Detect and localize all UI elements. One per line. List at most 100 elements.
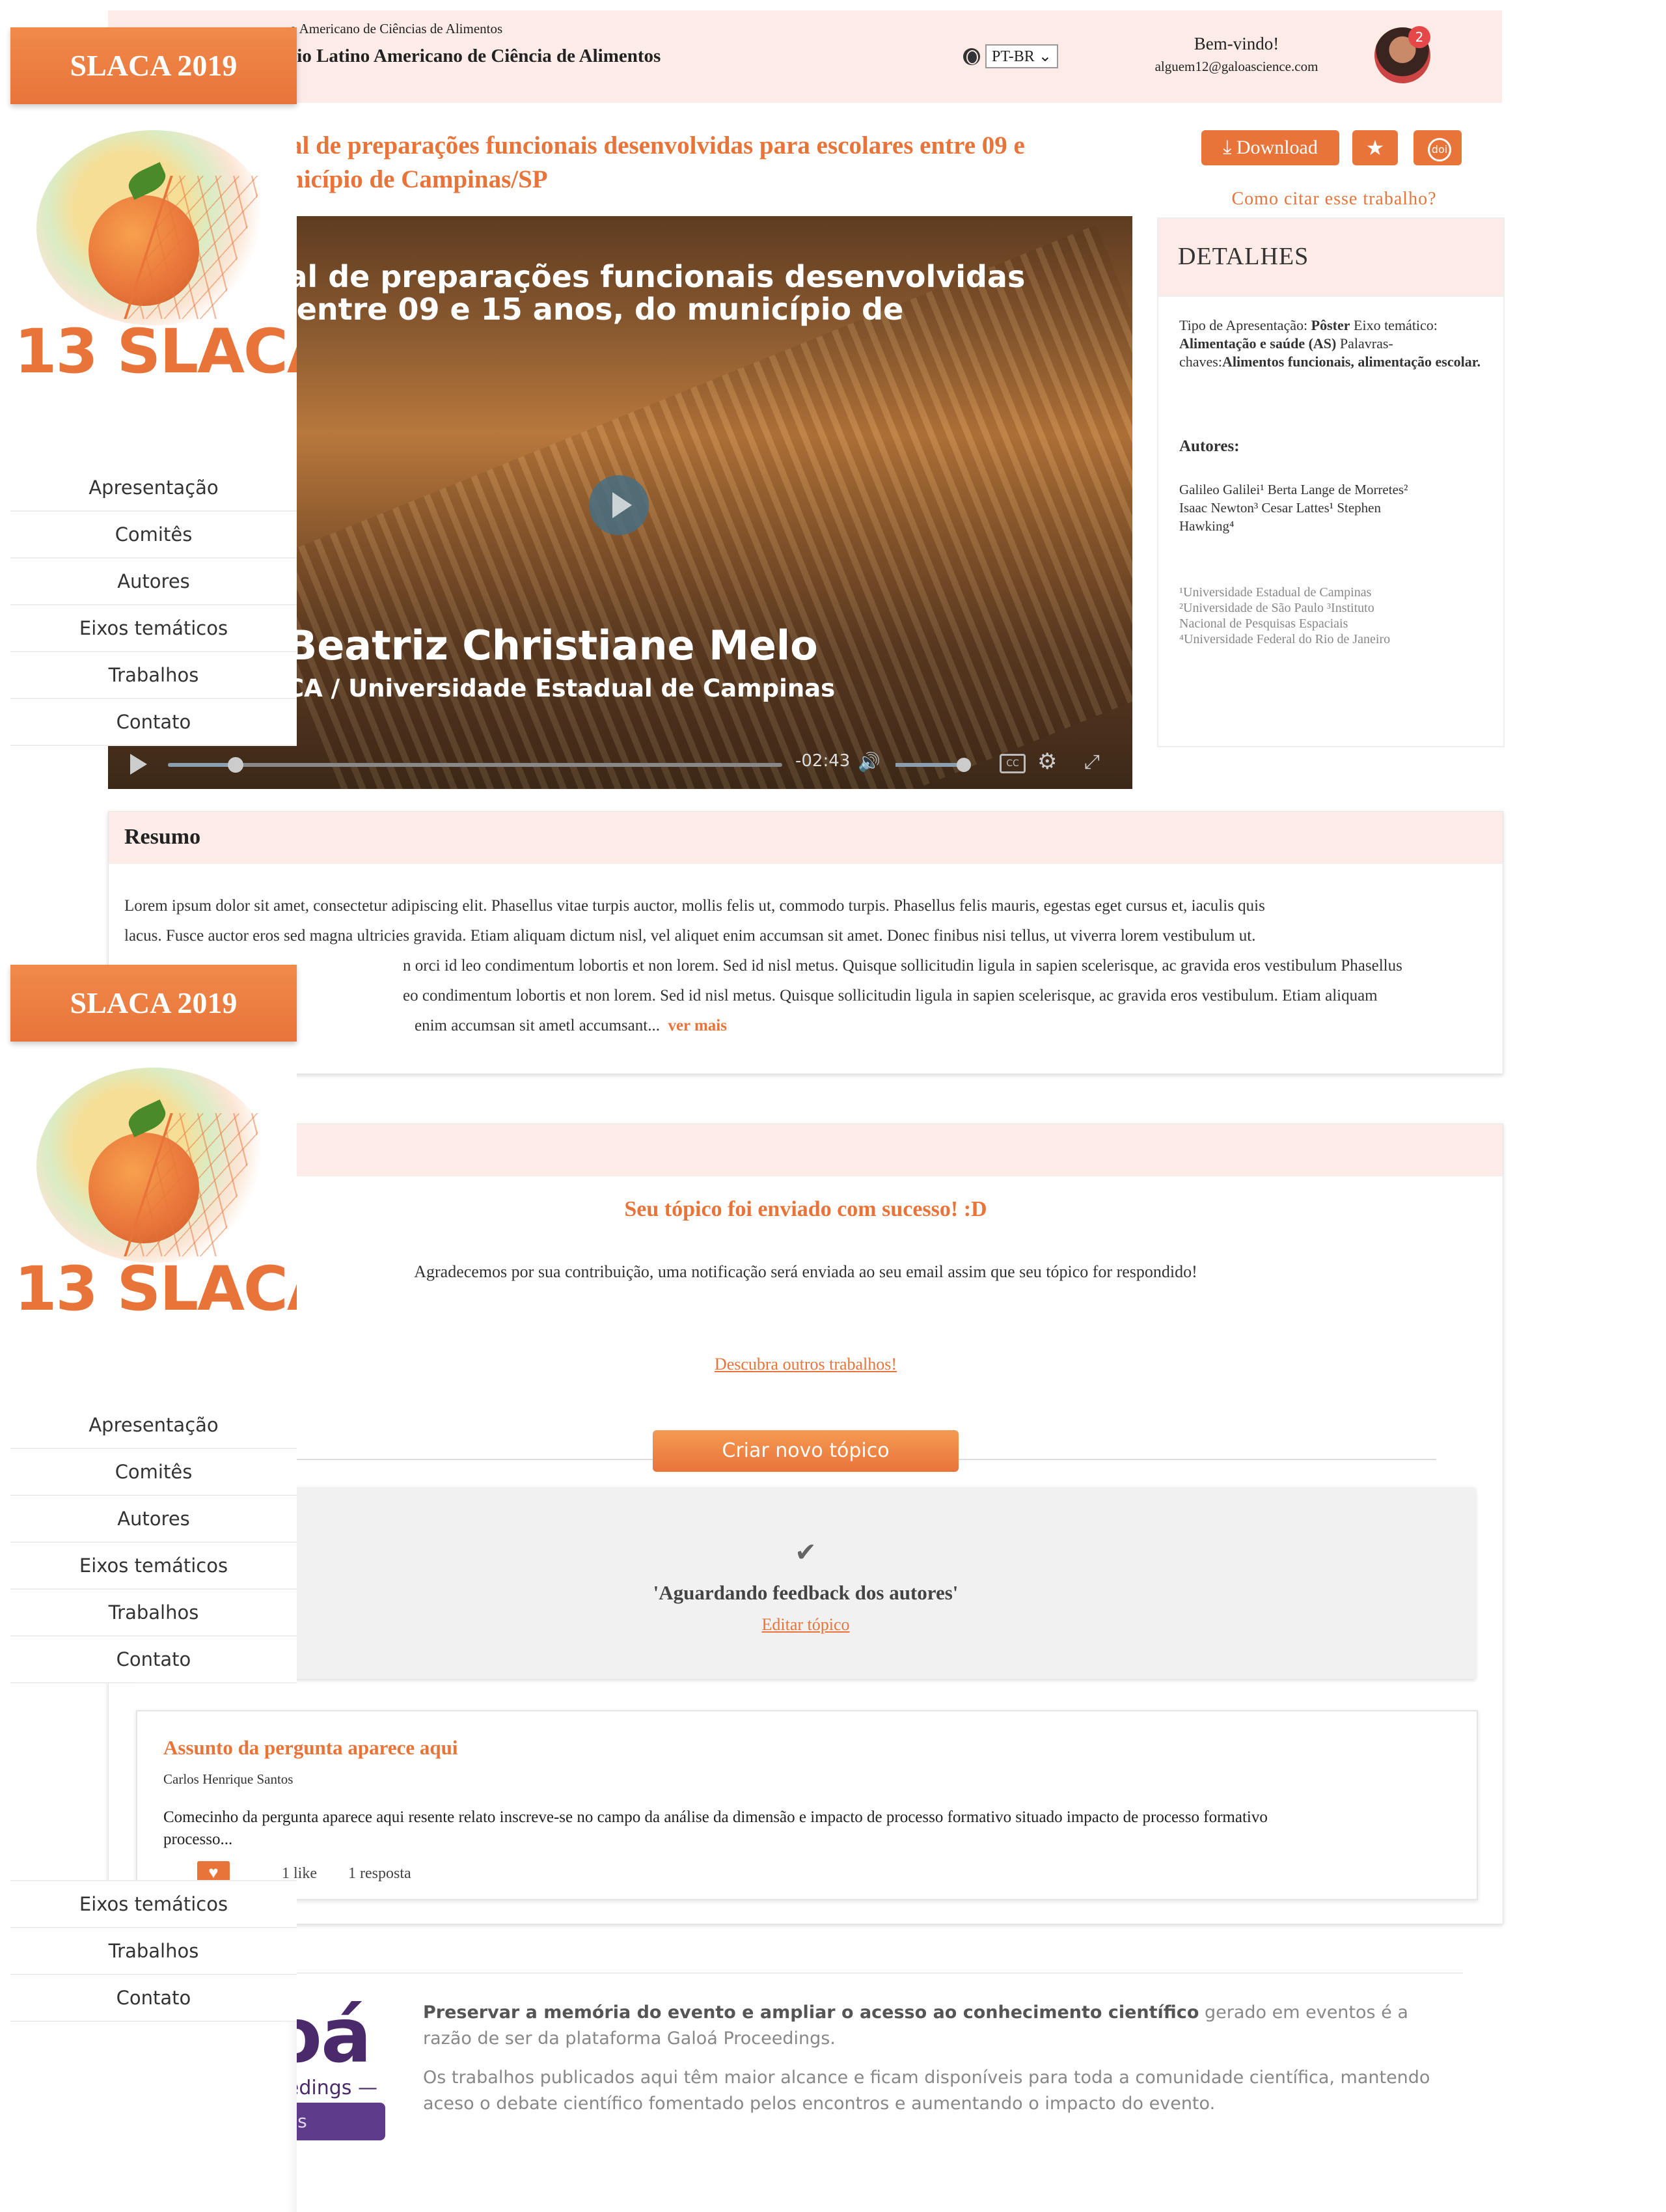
abstract-title: Resumo [124,825,201,849]
topic-panel: Seu tópico foi enviado com sucesso! :D A… [108,1124,1503,1924]
time-remaining: -02:43 [795,751,851,771]
sidebar-item-contato[interactable]: Contato [10,1975,297,2022]
progress-fill [168,763,236,767]
video-title: ensorial de preparações funcionais desen… [182,260,1028,358]
sidebar-item-trabalhos[interactable]: Trabalhos [10,652,297,699]
sidebar-item-comites[interactable]: Comitês [10,512,297,559]
event-subtitle: o Americano de Ciências de Alimentos [290,21,503,36]
progress-handle[interactable] [228,757,243,773]
sidebar-item-apresentacao[interactable]: Apresentação [10,465,297,512]
video-controls: -02:43 🔊 CC ⚙ ⤢ [108,742,1132,789]
language-select: PT-BR ⌄ [985,44,1058,68]
language-selector[interactable]: PT-BR ⌄ [963,44,1058,68]
abstract-panel: Resumo Lorem ipsum dolor sit amet, conse… [108,811,1503,1074]
question-title[interactable]: Assunto da pergunta aparece aqui [163,1736,457,1760]
sidebar-item-contato[interactable]: Contato [10,699,297,746]
footer-paragraph: Os trabalhos publicados aqui têm maior a… [423,2067,1430,2114]
details-title: DETALHES [1178,243,1309,270]
sidebar-item-eixos[interactable]: Eixos temáticos [10,1543,297,1590]
sidebar-item-eixos[interactable]: Eixos temáticos [10,605,297,652]
abstract-header [109,812,1503,864]
download-icon: ⤓ [1223,137,1232,158]
user-email: alguem12@galoascience.com [1154,59,1318,74]
authors-line: Isaac Newton³ Cesar Lattes¹ Stephen [1179,500,1381,516]
slaca-logo-text: 13 SLACA [14,1254,297,1325]
sidebar-menu: Eixos temáticos Trabalhos Contato [10,1880,297,2022]
axis-value: Alimentação e saúde (AS) [1179,335,1337,352]
abstract-line: enim accumsan sit ametl accumsant... [415,1017,660,1034]
play-button[interactable] [130,754,147,775]
edit-topic-link[interactable]: Editar tópico [136,1615,1475,1635]
cite-link[interactable]: Como citar esse trabalho? [1204,189,1464,210]
captions-icon[interactable]: CC [1000,754,1026,773]
sidebar-logo-block: SLACA 2019 13 SLACA [10,965,297,1403]
volume-handle[interactable] [957,758,971,772]
affiliation-line: ²Universidade de São Paulo ³Instituto [1179,601,1374,615]
download-label: Download [1236,137,1318,158]
notification-badge[interactable]: 2 [1408,26,1430,48]
sidebar-item-trabalhos[interactable]: Trabalhos [10,1928,297,1975]
sidebar-item-comites[interactable]: Comitês [10,1449,297,1496]
discover-link[interactable]: Descubra outros trabalhos! [109,1355,1503,1374]
footer-paragraph: Preservar a memória do evento e ampliar … [423,2000,1451,2052]
presenter-name: Beatriz Christiane Melo [286,622,818,669]
topic-header [109,1124,1503,1176]
sidebar-item-apresentacao[interactable]: Apresentação [10,1402,297,1449]
favorite-button[interactable]: ★ [1352,130,1398,165]
type-label: Tipo de Apresentação: [1179,317,1308,333]
gear-icon[interactable]: ⚙ [1037,749,1057,775]
affiliations: ¹Universidade Estadual de Campinas ²Univ… [1179,585,1485,647]
authors-line: Galileo Galilei¹ Berta Lange de Morretes… [1179,482,1408,497]
sidebar-item-autores[interactable]: Autores [10,1496,297,1543]
sidebar-item-trabalhos[interactable]: Trabalhos [10,1590,297,1637]
authors-heading: Autores: [1179,437,1240,455]
affiliation-line: ⁴Universidade Federal do Rio de Janeiro [1179,632,1391,646]
presenter-institution: CA / Universidade Estadual de Campinas [286,674,836,702]
event-title: sio Latino Americano de Ciência de Alime… [290,46,661,66]
authors-line: Hawking⁴ [1179,518,1235,534]
sidebar-item-contato[interactable]: Contato [10,1637,297,1683]
thanks-message: Agradecemos por sua contribuição, uma no… [414,1262,1197,1281]
video-title-line: s/SP [182,325,1028,358]
sidebar-menu: Apresentação Comitês Autores Eixos temát… [10,1402,297,1683]
success-message: Seu tópico foi enviado com sucesso! :D [624,1197,987,1221]
play-icon[interactable] [589,475,649,535]
progress-bar[interactable] [168,763,782,767]
replies-count[interactable]: 1 resposta [348,1865,411,1883]
sidebar-heading: SLACA 2019 [10,965,297,1042]
double-check-icon: ✔ [795,1538,817,1567]
question-author: Carlos Henrique Santos [163,1771,294,1787]
sidebar-empty [10,2022,297,2212]
abstract-line: lacus. Fusce auctor eros sed magna ultri… [124,927,1256,945]
doi-icon: doi [1428,138,1451,161]
fullscreen-icon[interactable]: ⤢ [1084,751,1100,773]
details-panel: DETALHES Tipo de Apresentação: Pôster Ei… [1157,217,1505,747]
paper-title-line: al de preparações funcionais desenvolvid… [290,131,1025,159]
paper-title-line: nicípio de Campinas/SP [290,165,548,193]
axis-label: Eixo temático: [1354,317,1438,333]
keywords-value: Alimentos funcionais, alimentação escola… [1222,353,1481,370]
slaca-logo: 13 SLACA [10,1042,297,1328]
affiliation-line: ¹Universidade Estadual de Campinas [1179,585,1372,600]
volume-icon[interactable]: 🔊 [858,751,881,773]
doi-button[interactable]: doi [1413,130,1462,165]
video-title-line: ensorial de preparações funcionais desen… [182,259,1026,294]
welcome-text: Bem-vindo! [1194,34,1279,53]
see-more-link[interactable]: ver mais [668,1017,727,1034]
sidebar-logo-block: SLACA 2019 13 SLACA [10,27,297,465]
star-icon: ★ [1365,136,1385,159]
abstract-text: Lorem ipsum dolor sit amet, consectetur … [124,891,1484,1041]
download-button[interactable]: ⤓ Download [1201,130,1339,165]
sidebar-item-autores[interactable]: Autores [10,559,297,605]
sidebar-item-eixos[interactable]: Eixos temáticos [10,1881,297,1928]
new-topic-button[interactable]: Criar novo tópico [653,1430,959,1472]
authors-list: Galileo Galilei¹ Berta Lange de Morretes… [1179,480,1485,535]
sidebar-menu: Apresentação Comitês Autores Eixos temát… [10,465,297,746]
video-title-line: olares entre 09 e 15 anos, do município … [182,292,904,327]
question-card[interactable]: Assunto da pergunta aparece aqui Carlos … [136,1710,1478,1900]
sidebar-heading: SLACA 2019 [10,27,297,104]
question-body: Comecinho da pergunta aparece aqui resen… [163,1806,1439,1851]
awaiting-feedback-box: ✔ 'Aguardando feedback dos autores' Edit… [136,1487,1475,1679]
globe-icon [963,48,980,65]
footer-divider [108,1972,1463,1974]
